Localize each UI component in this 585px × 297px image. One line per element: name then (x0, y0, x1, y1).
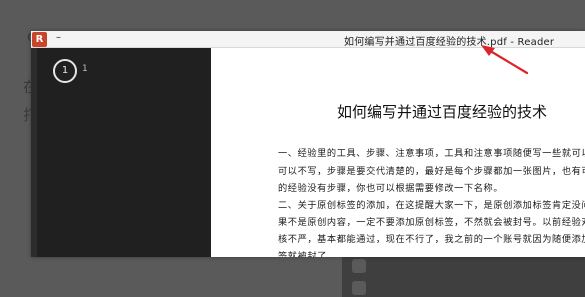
title-bar[interactable]: R – 如何编写并通过百度经验的技术.pdf - Reader (31, 31, 585, 48)
background-menu-item (352, 281, 366, 295)
app-icon (352, 281, 366, 295)
document-line: 可以不写，步骤是要交代清楚的，最好是每个步骤都加一张图片，也有可能你写 (278, 166, 585, 177)
app-icon (352, 259, 366, 273)
reader-app-icon[interactable]: R (32, 32, 47, 47)
thumbnail-sidebar[interactable]: 1 1 (37, 48, 211, 257)
document-line: 果不是原创内容，一定不要添加原创标签，不然就会被封号。以前经验对这块审 (278, 217, 585, 228)
document-title: 如何编写并通过百度经验的技术 (337, 103, 548, 121)
window-title: 如何编写并通过百度经验的技术.pdf - Reader (344, 37, 555, 48)
document-line: 一、经验里的工具、步骤、注意事项，工具和注意事项随便写一些就可以了，也 (278, 148, 585, 159)
document-line: 的经验没有步骤，你也可以根据需要修改一下名称。 (278, 183, 504, 194)
document-page[interactable]: 如何编写并通过百度经验的技术 一、经验里的工具、步骤、注意事项，工具和注意事项随… (211, 48, 585, 257)
document-line: 签就被封了。 (278, 251, 337, 257)
reader-window: R – 如何编写并通过百度经验的技术.pdf - Reader 1 1 如何编写… (31, 31, 585, 257)
background-menu-item (352, 259, 366, 273)
document-line: 二、关于原创标签的添加，在这提醒大家一下，是原创添加标签肯定没问题，如 (278, 200, 585, 211)
minimize-button[interactable]: – (56, 32, 61, 43)
page-thumbnail[interactable]: 1 (53, 59, 77, 83)
page-thumbnail-label: 1 (82, 64, 88, 74)
document-line: 核不严，基本都能通过，现在不行了，我之前的一个账号就因为随便添加原创标 (278, 234, 585, 245)
background-panel (342, 255, 585, 297)
